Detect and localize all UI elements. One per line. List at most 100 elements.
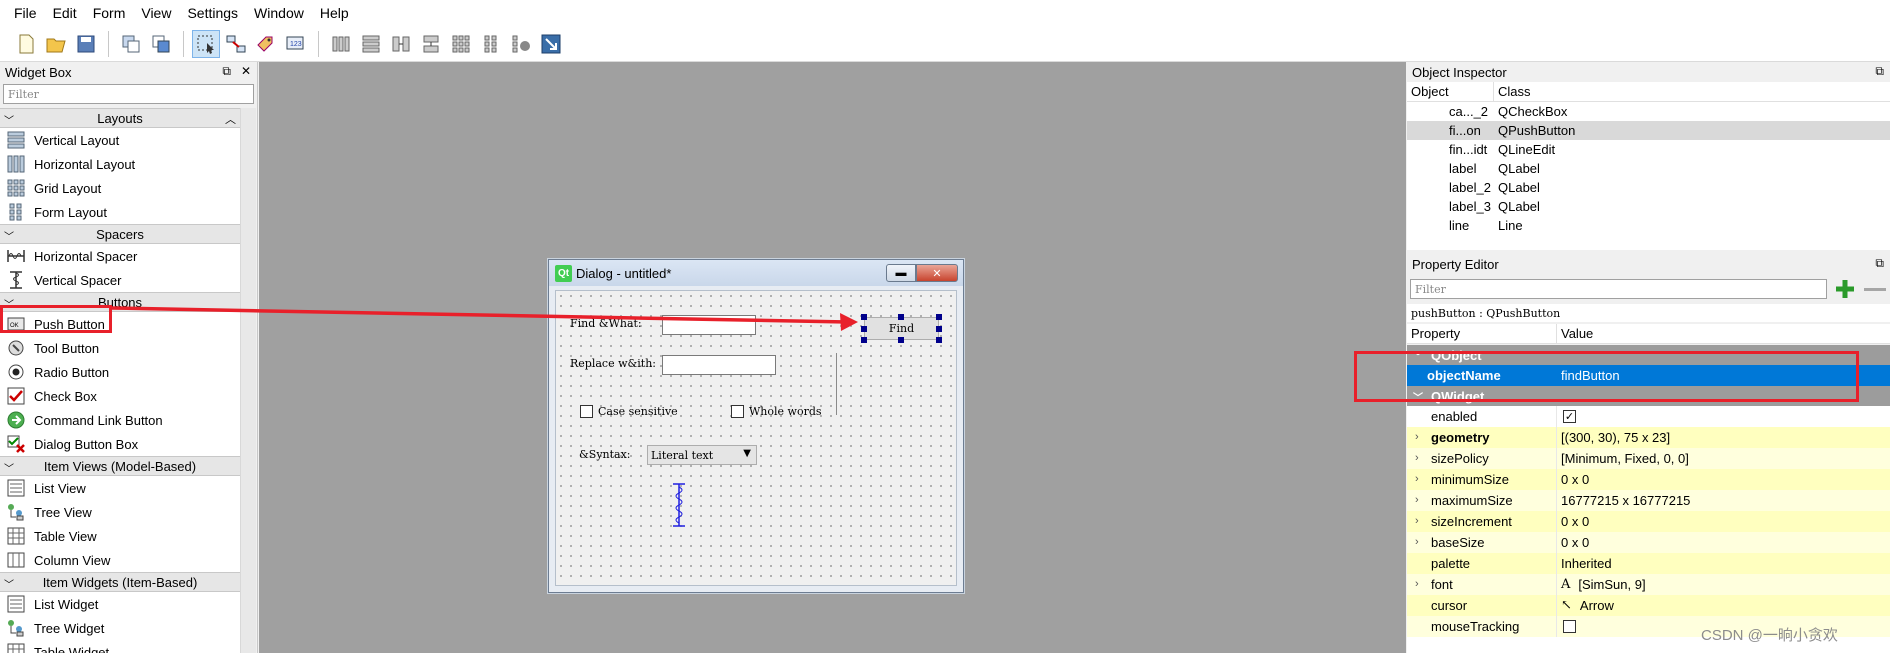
- property-row-basesize[interactable]: › baseSize 0 x 0: [1407, 532, 1890, 553]
- category-item-views-model-based[interactable]: ﹀ Item Views (Model-Based): [0, 456, 240, 476]
- float-icon[interactable]: ⧉: [222, 64, 231, 79]
- menu-form[interactable]: Form: [85, 5, 134, 21]
- object-row[interactable]: label_2 QLabel: [1407, 178, 1890, 197]
- case-sensitive-checkbox[interactable]: Case sensitive: [580, 405, 678, 418]
- chevron-right-icon[interactable]: ›: [1415, 515, 1419, 527]
- layout-form-icon[interactable]: [477, 30, 505, 58]
- property-row-sizepolicy[interactable]: › sizePolicy [Minimum, Fixed, 0, 0]: [1407, 448, 1890, 469]
- property-row-minimumsize[interactable]: › minimumSize 0 x 0: [1407, 469, 1890, 490]
- menu-help[interactable]: Help: [312, 5, 357, 21]
- widget-item-vertical-spacer[interactable]: Vertical Spacer: [0, 268, 240, 292]
- property-row-geometry[interactable]: › geometry [(300, 30), 75 x 23]: [1407, 427, 1890, 448]
- property-row-maximumsize[interactable]: › maximumSize 16777215 x 16777215: [1407, 490, 1890, 511]
- edit-tab-order-icon[interactable]: 123: [282, 30, 310, 58]
- vertical-line[interactable]: [836, 353, 837, 415]
- widget-item-dialog-button-box[interactable]: Dialog Button Box: [0, 432, 240, 456]
- edit-buddies-icon[interactable]: [252, 30, 280, 58]
- property-row-palette[interactable]: palette Inherited: [1407, 553, 1890, 574]
- mousetracking-checkbox[interactable]: [1563, 620, 1576, 633]
- minimize-button[interactable]: ▬: [886, 264, 916, 282]
- widget-item-grid-layout[interactable]: Grid Layout: [0, 176, 240, 200]
- widget-item-tool-button[interactable]: Tool Button: [0, 336, 240, 360]
- float-icon[interactable]: ⧉: [1875, 64, 1884, 79]
- whole-words-checkbox[interactable]: Whole words: [731, 405, 822, 418]
- syntax-label[interactable]: &Syntax:: [579, 448, 631, 461]
- widget-item-table-view[interactable]: Table View: [0, 524, 240, 548]
- widget-item-form-layout[interactable]: Form Layout: [0, 200, 240, 224]
- list-widget-icon: [6, 594, 26, 614]
- object-row[interactable]: line Line: [1407, 216, 1890, 235]
- object-row[interactable]: ca..._2 QCheckBox: [1407, 102, 1890, 121]
- remove-property-icon[interactable]: [1864, 288, 1886, 291]
- chevron-right-icon[interactable]: ›: [1415, 473, 1419, 485]
- enabled-checkbox[interactable]: ✓: [1563, 410, 1576, 423]
- menu-edit[interactable]: Edit: [45, 5, 85, 21]
- menu-file[interactable]: File: [6, 5, 45, 21]
- layout-grid-icon[interactable]: [447, 30, 475, 58]
- layout-splitter-h-icon[interactable]: [387, 30, 415, 58]
- widget-item-command-link-button[interactable]: Command Link Button: [0, 408, 240, 432]
- find-line-edit[interactable]: [662, 315, 756, 335]
- chevron-up-icon[interactable]: ︿: [225, 111, 236, 127]
- new-file-icon[interactable]: [12, 30, 40, 58]
- find-what-label[interactable]: Find &What:: [570, 317, 642, 330]
- widget-item-horizontal-spacer[interactable]: Horizontal Spacer: [0, 244, 240, 268]
- float-icon[interactable]: ⧉: [1875, 256, 1884, 271]
- dialog-form-canvas[interactable]: Find &What: Find Replace w&ith: Case sen…: [555, 290, 957, 586]
- chevron-right-icon[interactable]: ›: [1415, 452, 1419, 464]
- replace-with-label[interactable]: Replace w&ith:: [570, 357, 656, 370]
- edit-signals-icon[interactable]: [222, 30, 250, 58]
- widget-item-radio-button[interactable]: Radio Button: [0, 360, 240, 384]
- widget-item-tree-view[interactable]: Tree View: [0, 500, 240, 524]
- widget-item-vertical-layout[interactable]: Vertical Layout: [0, 128, 240, 152]
- widget-item-list-view[interactable]: List View: [0, 476, 240, 500]
- open-folder-icon[interactable]: [42, 30, 70, 58]
- category-spacers[interactable]: ﹀ Spacers: [0, 224, 240, 244]
- category-item-widgets-item-based[interactable]: ﹀ Item Widgets (Item-Based): [0, 572, 240, 592]
- property-row-font[interactable]: › font A [SimSun, 9]: [1407, 574, 1890, 595]
- dialog-window[interactable]: Qt Dialog - untitled* ▬ ✕ Find &What: Fi…: [548, 259, 964, 593]
- property-row-cursor[interactable]: cursor ↖ Arrow: [1407, 595, 1890, 616]
- menu-view[interactable]: View: [133, 5, 179, 21]
- add-property-icon[interactable]: [1833, 277, 1857, 301]
- widget-item-tree-widget[interactable]: Tree Widget: [0, 616, 240, 640]
- layout-vertically-icon[interactable]: [357, 30, 385, 58]
- property-row-enabled[interactable]: enabled ✓: [1407, 406, 1890, 427]
- syntax-combobox[interactable]: Literal text ▼: [647, 445, 757, 465]
- category-layouts[interactable]: ﹀ Layouts ︿: [0, 108, 240, 128]
- object-row[interactable]: label QLabel: [1407, 159, 1890, 178]
- widget-filter-input[interactable]: Filter: [3, 84, 254, 104]
- object-row[interactable]: fi...on QPushButton: [1407, 121, 1890, 140]
- close-button[interactable]: ✕: [916, 264, 958, 282]
- save-icon[interactable]: [72, 30, 100, 58]
- main-toolbar: 123: [0, 26, 1890, 62]
- menu-window[interactable]: Window: [246, 5, 312, 21]
- layout-splitter-v-icon[interactable]: [417, 30, 445, 58]
- menu-settings[interactable]: Settings: [179, 5, 246, 21]
- widget-item-horizontal-layout[interactable]: Horizontal Layout: [0, 152, 240, 176]
- widget-item-list-widget[interactable]: List Widget: [0, 592, 240, 616]
- widget-list-scrollbar[interactable]: [240, 108, 256, 653]
- property-filter-input[interactable]: Filter: [1410, 279, 1827, 299]
- send-to-back-icon[interactable]: [117, 30, 145, 58]
- object-row[interactable]: label_3 QLabel: [1407, 197, 1890, 216]
- bring-to-front-icon[interactable]: [147, 30, 175, 58]
- replace-line-edit[interactable]: [662, 355, 776, 375]
- adjust-size-icon[interactable]: [537, 30, 565, 58]
- vertical-spacer-icon: [6, 270, 26, 290]
- chevron-right-icon[interactable]: ›: [1415, 578, 1419, 590]
- chevron-right-icon[interactable]: ›: [1415, 431, 1419, 443]
- menu-bar: File Edit Form View Settings Window Help: [0, 0, 1890, 26]
- chevron-right-icon[interactable]: ›: [1415, 494, 1419, 506]
- break-layout-icon[interactable]: [507, 30, 535, 58]
- edit-widgets-icon[interactable]: [192, 29, 220, 58]
- property-row-sizeincrement[interactable]: › sizeIncrement 0 x 0: [1407, 511, 1890, 532]
- widget-item-check-box[interactable]: Check Box: [0, 384, 240, 408]
- vertical-spacer[interactable]: [669, 483, 689, 527]
- widget-item-column-view[interactable]: Column View: [0, 548, 240, 572]
- object-row[interactable]: fin...idt QLineEdit: [1407, 140, 1890, 159]
- chevron-right-icon[interactable]: ›: [1415, 536, 1419, 548]
- widget-item-table-widget[interactable]: Table Widget: [0, 640, 240, 653]
- layout-horizontally-icon[interactable]: [327, 30, 355, 58]
- close-icon[interactable]: ✕: [241, 64, 251, 79]
